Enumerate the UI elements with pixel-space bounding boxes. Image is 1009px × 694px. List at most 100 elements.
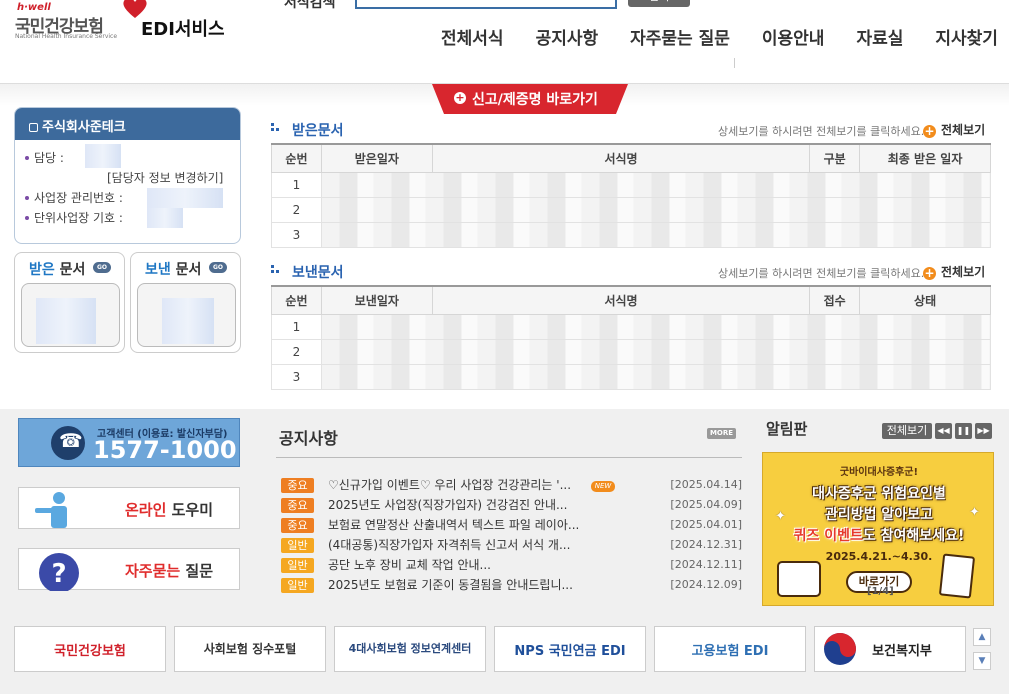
link-social-insurance-label: 사회보험 징수포털 xyxy=(203,642,297,656)
popup-line-1: 굿바이대사증후군! xyxy=(839,467,919,478)
customer-center-number: 1577-1000 xyxy=(93,436,237,464)
col-sent-date: 보낸일자 xyxy=(320,285,433,315)
nav-notice[interactable]: 공지사항 xyxy=(536,24,599,49)
table-row[interactable]: 3 xyxy=(271,363,992,390)
next-icon[interactable]: ▶▶ xyxy=(975,423,992,439)
link-4insure[interactable]: 4대사회보험 정보연계센터 xyxy=(334,626,486,672)
sent-docs-hint: 상세보기를 하시려면 전체보기를 클릭하세요. xyxy=(718,267,925,280)
popup-page-indicator: [1/4] xyxy=(867,586,894,597)
col-last-received: 최종 받은 일자 xyxy=(859,143,991,173)
row-seq: 1 xyxy=(271,313,322,340)
nav-divider xyxy=(734,58,735,68)
notice-badge: 중요 xyxy=(281,498,314,513)
received-docs-table: 순번 받은일자 서식명 구분 최종 받은 일자 1 2 3 xyxy=(271,143,992,248)
pause-icon[interactable]: ❚❚ xyxy=(955,423,972,439)
nhis-logo[interactable]: h·well 국민건강보험 National Health Insurance … xyxy=(15,0,225,46)
lock-icon xyxy=(29,123,38,132)
checklist-illustration-icon xyxy=(938,553,976,599)
notice-divider xyxy=(276,457,742,458)
table-row[interactable]: 2 xyxy=(271,196,992,223)
nav-library[interactable]: 자료실 xyxy=(856,24,903,49)
sent-docs-shortcut-title: 보낸 문서 xyxy=(145,262,202,278)
list-item[interactable]: 중요 2025년도 사업장(직장가입자) 건강검진 안내... [2025.04… xyxy=(281,495,742,515)
list-item[interactable]: 일반 공단 노후 장비 교체 작업 안내... [2024.12.11] xyxy=(281,555,742,575)
bullet-icon xyxy=(25,196,29,200)
nav-all-forms[interactable]: 전체서식 xyxy=(441,24,504,49)
list-item[interactable]: 일반 2025년도 보험료 기준이 동결됨을 안내드립니... [2024.12… xyxy=(281,575,742,595)
col-seq: 순번 xyxy=(271,143,322,173)
biz-no-label: 사업장 관리번호 : xyxy=(34,191,123,205)
row-redacted xyxy=(320,196,992,223)
device-illustration-icon xyxy=(777,561,821,597)
sent-count-redacted xyxy=(162,298,214,344)
notice-badge: 일반 xyxy=(281,538,314,553)
nav-branch-finder[interactable]: 지사찾기 xyxy=(935,24,998,49)
notice-item-title[interactable]: 공단 노후 장비 교체 작업 안내... xyxy=(328,555,491,575)
svg-text:?: ? xyxy=(51,559,66,589)
customer-center-banner[interactable]: 고객센터 (이용료: 발신자부담) 1577-1000 xyxy=(18,418,240,467)
row-seq: 3 xyxy=(271,363,322,390)
notice-item-title[interactable]: (4대공통)직장가입자 자격취득 신고서 서식 개... xyxy=(328,535,570,555)
row-seq: 1 xyxy=(271,171,322,198)
table-row[interactable]: 1 xyxy=(271,313,992,340)
go-icon[interactable]: GO xyxy=(209,262,227,273)
notice-item-date: [2024.12.31] xyxy=(670,538,742,551)
row-redacted xyxy=(320,363,992,390)
col-receipt: 접수 xyxy=(809,285,861,315)
nav-faq[interactable]: 자주묻는 질문 xyxy=(630,24,730,49)
link-nps-edi[interactable]: NPS 국민연금 EDI xyxy=(494,626,646,672)
notice-item-title[interactable]: 2025년도 보험료 기준이 동결됨을 안내드립니... xyxy=(328,575,573,595)
search-input[interactable] xyxy=(355,0,617,9)
link-social-insurance-portal[interactable]: 사회보험 징수포털 xyxy=(174,626,326,672)
go-icon[interactable]: GO xyxy=(93,262,111,273)
table-header: 순번 받은일자 서식명 구분 최종 받은 일자 xyxy=(271,143,991,173)
scroll-up-icon[interactable]: ▲ xyxy=(973,628,991,646)
list-item[interactable]: 일반 (4대공통)직장가입자 자격취득 신고서 서식 개... [2024.12… xyxy=(281,535,742,555)
notice-item-title[interactable]: 보험료 연말정산 산출내역서 텍스트 파일 레이아... xyxy=(328,515,579,535)
sent-docs-count xyxy=(137,283,236,347)
scroll-down-icon[interactable]: ▼ xyxy=(973,652,991,670)
alarm-popup-banner[interactable]: ✦ ✦ 굿바이대사증후군! 대사증후군 위험요인별 관리방법 알아보고 퀴즈 이… xyxy=(762,452,994,606)
notice-more-button[interactable]: MORE xyxy=(707,428,736,439)
report-shortcut-tab[interactable]: + 신고/제증명 바로가기 xyxy=(432,84,628,114)
search-button[interactable]: 검색 xyxy=(628,0,690,7)
list-item[interactable]: 중요 보험료 연말정산 산출내역서 텍스트 파일 레이아... [2025.04… xyxy=(281,515,742,535)
person-guide-icon xyxy=(35,492,67,528)
list-item[interactable]: 중요 ♡신규가입 이벤트♡ 우리 사업장 건강관리는 '... NEW [2025… xyxy=(281,475,742,495)
received-docs-shortcut[interactable]: 받은 문서 GO xyxy=(14,252,125,353)
table-row[interactable]: 1 xyxy=(271,171,992,198)
online-helper-banner[interactable]: 온라인 도우미 xyxy=(18,487,240,529)
change-info-row: [담당자 정보 변경하기] xyxy=(25,168,240,188)
link-mohw-label: 보건복지부 xyxy=(872,644,932,659)
faq-banner[interactable]: ? 자주묻는 질문 xyxy=(18,548,240,591)
plus-icon: + xyxy=(923,266,936,280)
related-sites: 국민건강보험 사회보험 징수포털 4대사회보험 정보연계센터 NPS 국민연금 … xyxy=(14,626,966,672)
link-mohw[interactable]: 보건복지부 xyxy=(814,626,966,672)
company-name-text: 주식회사준테크 xyxy=(42,120,126,135)
prev-icon[interactable]: ◀◀ xyxy=(935,423,952,439)
company-details: 담당 : [담당자 정보 변경하기] 사업장 관리번호 : 단위사업장 기호 : xyxy=(15,140,240,228)
header: h·well 국민건강보험 National Health Insurance … xyxy=(0,0,1009,84)
alarm-view-all-button[interactable]: 전체보기 xyxy=(882,423,932,439)
company-name: 주식회사준테크 xyxy=(15,108,240,140)
notice-item-title[interactable]: 2025년도 사업장(직장가입자) 건강검진 안내... xyxy=(328,495,567,515)
table-row[interactable]: 3 xyxy=(271,221,992,248)
received-docs-view-all[interactable]: + 전체보기 xyxy=(923,121,985,138)
unit-symbol-row: 단위사업장 기호 : xyxy=(25,208,240,228)
link-employment-edi[interactable]: 고용보험 EDI xyxy=(654,626,806,672)
section-bullet-icon xyxy=(271,123,281,133)
change-manager-link[interactable]: [담당자 정보 변경하기] xyxy=(107,168,223,188)
sent-docs-shortcut[interactable]: 보낸 문서 GO xyxy=(130,252,241,353)
manager-row: 담당 : xyxy=(25,144,240,168)
table-row[interactable]: 2 xyxy=(271,338,992,365)
nav-guide[interactable]: 이용안내 xyxy=(762,24,825,49)
notice-item-title[interactable]: ♡신규가입 이벤트♡ 우리 사업장 건강관리는 '... NEW xyxy=(328,475,616,495)
link-nhis[interactable]: 국민건강보험 xyxy=(14,626,166,672)
alarm-board-title: 알림판 xyxy=(766,420,808,438)
notice-badge: 중요 xyxy=(281,518,314,533)
notice-badge: 일반 xyxy=(281,578,314,593)
notice-title: 공지사항 xyxy=(279,429,338,448)
row-seq: 2 xyxy=(271,338,322,365)
sent-docs-view-all[interactable]: + 전체보기 xyxy=(923,263,985,280)
row-redacted xyxy=(320,313,992,340)
